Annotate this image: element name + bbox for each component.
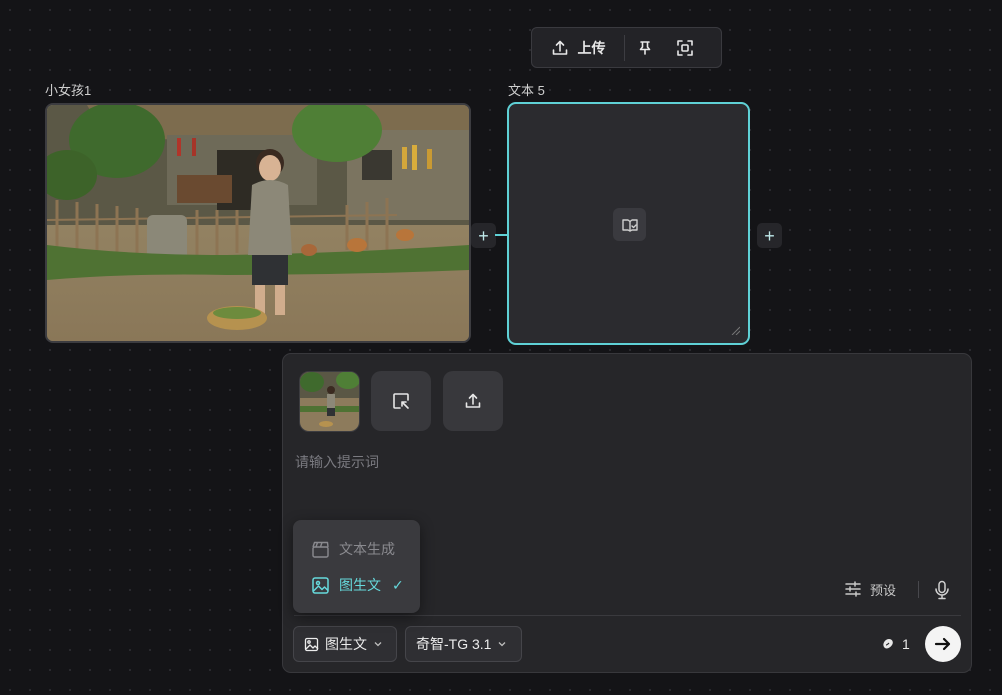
send-button[interactable] [925, 626, 961, 662]
mode-select[interactable]: 图生文 [293, 626, 397, 662]
toolbar-focus-button[interactable] [665, 28, 705, 67]
prompt-input[interactable] [295, 452, 955, 512]
sliders-icon [845, 581, 861, 597]
mode-dropdown-menu: 文本生成 图生文 ✓ [293, 520, 420, 613]
preset-label: 预设 [870, 582, 897, 598]
model-select-label: 奇智-TG 3.1 [416, 636, 492, 652]
image-node-picture [47, 105, 469, 341]
select-node-icon [393, 393, 409, 409]
preset-divider [918, 581, 919, 598]
chevron-down-icon [499, 642, 506, 647]
image-node-label: 小女孩1 [45, 83, 92, 98]
resize-grip-icon[interactable] [730, 325, 740, 335]
menu-item-text-generation[interactable]: 文本生成 [311, 538, 411, 560]
clapperboard-icon [312, 541, 329, 558]
node-toolbar: 上传 [531, 27, 722, 68]
menu-item-label: 文本生成 [339, 541, 395, 557]
image-icon [304, 637, 319, 651]
book-check-icon [621, 218, 638, 232]
voice-input-button[interactable] [932, 579, 952, 601]
select-node-button[interactable] [371, 371, 431, 431]
text-node[interactable] [507, 102, 750, 345]
upload-image-button[interactable] [443, 371, 503, 431]
reference-image-thumbnail[interactable] [299, 371, 360, 432]
microphone-icon [935, 580, 949, 600]
image-node[interactable] [45, 103, 471, 343]
text-node-label: 文本 5 [508, 83, 545, 98]
credits-count: 1 [902, 636, 910, 652]
bean-icon [883, 639, 893, 649]
upload-icon [465, 393, 481, 408]
focus-frame-icon [677, 39, 693, 56]
check-icon: ✓ [392, 576, 404, 593]
credits-indicator: 1 [880, 636, 910, 652]
toolbar-upload-button[interactable]: 上传 [532, 28, 624, 67]
upload-icon [552, 40, 567, 55]
pin-icon [639, 40, 651, 55]
image-node-add-handle[interactable]: + [471, 223, 496, 248]
panel-divider [294, 615, 961, 616]
menu-item-image-to-text[interactable]: 图生文 ✓ [311, 574, 411, 596]
menu-item-label: 图生文 [339, 577, 381, 593]
mode-select-label: 图生文 [325, 636, 367, 652]
generation-panel: 预设 图生文 奇智-TG 3.1 1 [282, 353, 972, 673]
chevron-down-icon [374, 642, 382, 647]
toolbar-pin-button[interactable] [625, 28, 665, 67]
text-node-icon-wrap [613, 208, 646, 241]
arrow-right-icon [934, 637, 951, 651]
toolbar-upload-label: 上传 [577, 39, 606, 56]
text-node-add-handle[interactable]: + [757, 223, 782, 248]
model-select[interactable]: 奇智-TG 3.1 [405, 626, 522, 662]
image-icon [312, 576, 329, 594]
preset-button[interactable]: 预设 [844, 578, 896, 600]
thumbnail-picture [300, 372, 359, 431]
